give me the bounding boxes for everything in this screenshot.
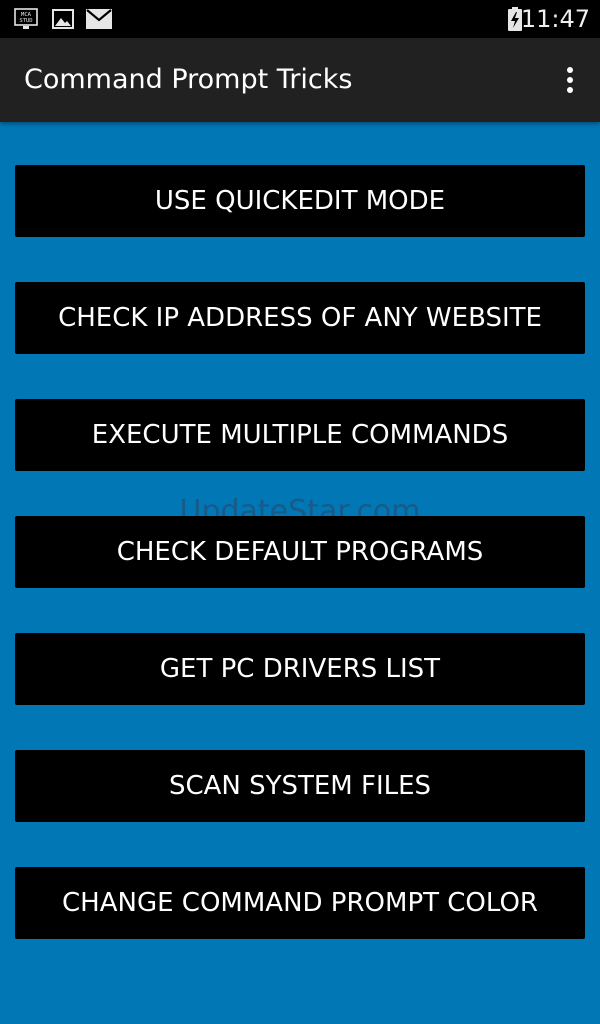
status-time: 11:47	[520, 5, 590, 33]
mail-icon	[86, 9, 112, 29]
app-bar: Command Prompt Tricks	[0, 38, 600, 122]
image-icon	[52, 9, 74, 29]
svg-text:STUD: STUD	[19, 18, 32, 24]
scan-system-files-button[interactable]: SCAN SYSTEM FILES	[15, 750, 585, 822]
status-bar: MCA STUD 11:47	[0, 0, 600, 38]
check-ip-address-button[interactable]: CHECK IP ADDRESS OF ANY WEBSITE	[15, 282, 585, 354]
execute-multiple-commands-button[interactable]: EXECUTE MULTIPLE COMMANDS	[15, 399, 585, 471]
mca-study-app-icon: MCA STUD	[14, 8, 38, 29]
check-default-programs-button[interactable]: CHECK DEFAULT PROGRAMS	[15, 516, 585, 588]
tricks-button-list: USE QUICKEDIT MODE CHECK IP ADDRESS OF A…	[15, 165, 585, 984]
app-screen: MCA STUD 11:47 Command Prompt Tricks Upd…	[0, 0, 600, 1024]
get-pc-drivers-list-button[interactable]: GET PC DRIVERS LIST	[15, 633, 585, 705]
change-command-prompt-color-button[interactable]: CHANGE COMMAND PROMPT COLOR	[15, 867, 585, 939]
use-quickedit-mode-button[interactable]: USE QUICKEDIT MODE	[15, 165, 585, 237]
app-title: Command Prompt Tricks	[24, 64, 353, 95]
overflow-menu-icon[interactable]	[560, 64, 580, 96]
